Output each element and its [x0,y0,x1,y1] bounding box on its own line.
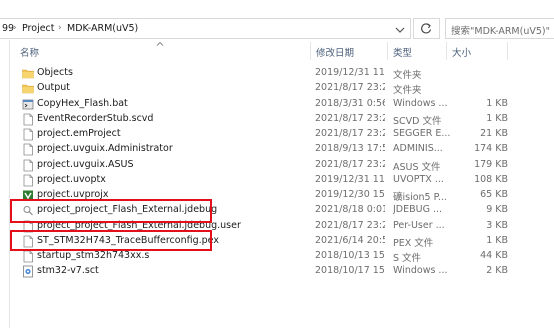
file-size: 44 KB [480,250,508,261]
file-name: project.uvoptx [37,173,106,185]
file-date: 2021/8/17 23:26 [315,158,385,170]
file-row[interactable]: project.uvguix.Administrator 2018/9/13 17… [10,142,554,157]
chevron-down-icon[interactable] [392,24,408,36]
file-date: 2018/10/13 15... [315,250,385,261]
file-size: 3 KB [486,219,508,231]
breadcrumb[interactable]: 99 › Project › MDK-ARM(uV5) [0,18,411,39]
file-date: 2019/12/31 11... [315,67,385,78]
file-date: 2018/9/13 17:55 [315,143,385,155]
file-row[interactable]: project.uvguix.ASUS2021/8/17 23:26ASUS 文… [10,158,554,173]
file-size: 21 KB [480,128,508,139]
file-date: 2021/8/18 0:01 [315,204,385,216]
file-date: 2021/8/17 23:25 [315,219,385,231]
column-header-size[interactable]: 大小 [452,40,502,62]
address-bar: 99 › Project › MDK-ARM(uV5) 搜索"MDK-ARM(u… [0,0,554,40]
file-name: project.uvguix.Administrator [37,143,173,155]
file-name: Objects [37,67,73,78]
file-type: 文件夹 [393,85,422,97]
file-date: 2019/12/31 11... [315,173,385,185]
file-row[interactable]: startup_stm32h743xx.s2018/10/13 15...S 文… [10,249,554,264]
file-size: 179 KB [474,158,508,170]
file-name: startup_stm32h743xx.s [37,250,150,261]
file-date: 2019/12/30 15... [315,189,385,200]
file-row[interactable]: EventRecorderStub.scvd2021/8/17 23:28SCV… [10,112,554,127]
file-type: 文件夹 [393,70,422,81]
file-name: stm32-v7.sct [37,265,99,277]
generic-file-icon [22,143,34,156]
column-divider[interactable] [310,42,311,60]
breadcrumb-item-project[interactable]: Project [22,23,55,34]
generic-file-icon [22,113,34,126]
file-size: 2 KB [486,265,508,277]
breadcrumb-item-mdk-arm[interactable]: MDK-ARM(uV5) [67,23,138,34]
column-divider[interactable] [507,42,508,60]
generic-file-icon [22,250,34,263]
file-row[interactable]: Output 2021/8/17 23:25 文件夹 [10,81,554,96]
file-date: 2021/8/17 23:28 [315,128,385,139]
folder-icon [22,82,34,95]
search-placeholder: 搜索"MDK-ARM(uV5)" [451,26,550,37]
refresh-icon [421,23,432,34]
highlight-box [10,230,212,251]
column-divider[interactable] [446,42,447,60]
file-size: 9 KB [486,204,508,216]
column-header-date[interactable]: 修改日期 [316,40,386,62]
folder-icon [22,67,34,80]
file-date: 2021/8/17 23:28 [315,112,385,124]
column-divider[interactable] [387,42,388,60]
file-row[interactable]: CopyHex_Flash.bat 2018/3/31 0:56 Windows .… [10,97,554,112]
file-date: 2018/3/31 0:56 [315,97,385,109]
file-date: 2021/6/14 20:55 [315,234,385,246]
file-row[interactable]: Objects 2019/12/31 11... 文件夹 [10,66,554,81]
generic-file-icon [22,128,34,141]
search-input[interactable]: 搜索"MDK-ARM(uV5)" [445,18,554,39]
breadcrumb-separator-icon[interactable]: › [13,23,17,33]
file-size: 1 KB [486,234,508,246]
file-size: 108 KB [474,173,508,185]
file-row[interactable]: project.emProject2021/8/17 23:28SEGGER E… [10,127,554,142]
script-file-icon [22,265,34,278]
breadcrumb-separator-icon[interactable]: › [58,23,62,33]
file-name: project.uvguix.ASUS [37,158,134,170]
column-header-name[interactable]: 名称 [20,40,140,62]
column-header-type[interactable]: 类型 [393,40,443,62]
file-name: project.emProject [37,128,121,139]
generic-file-icon [22,159,34,172]
file-date: 2018/10/17 15... [315,265,385,277]
file-row[interactable]: stm32-v7.sct2018/10/17 15...Windows ...2… [10,264,554,279]
batch-file-icon [22,98,34,111]
file-size: 1 KB [486,112,508,124]
file-row[interactable]: project.uvoptx2019/12/31 11...UVOPTX ...… [10,173,554,188]
highlight-box [10,199,212,223]
generic-file-icon [22,174,34,187]
file-name: EventRecorderStub.scvd [37,112,154,124]
file-size: 174 KB [474,143,508,155]
file-date: 2021/8/17 23:25 [315,82,385,94]
file-name: Output [37,82,70,94]
sort-up-icon [156,41,164,46]
file-size: 1 KB [486,97,508,109]
file-size: 65 KB [480,189,508,200]
file-name: CopyHex_Flash.bat [37,97,128,109]
refresh-button[interactable] [413,18,440,39]
